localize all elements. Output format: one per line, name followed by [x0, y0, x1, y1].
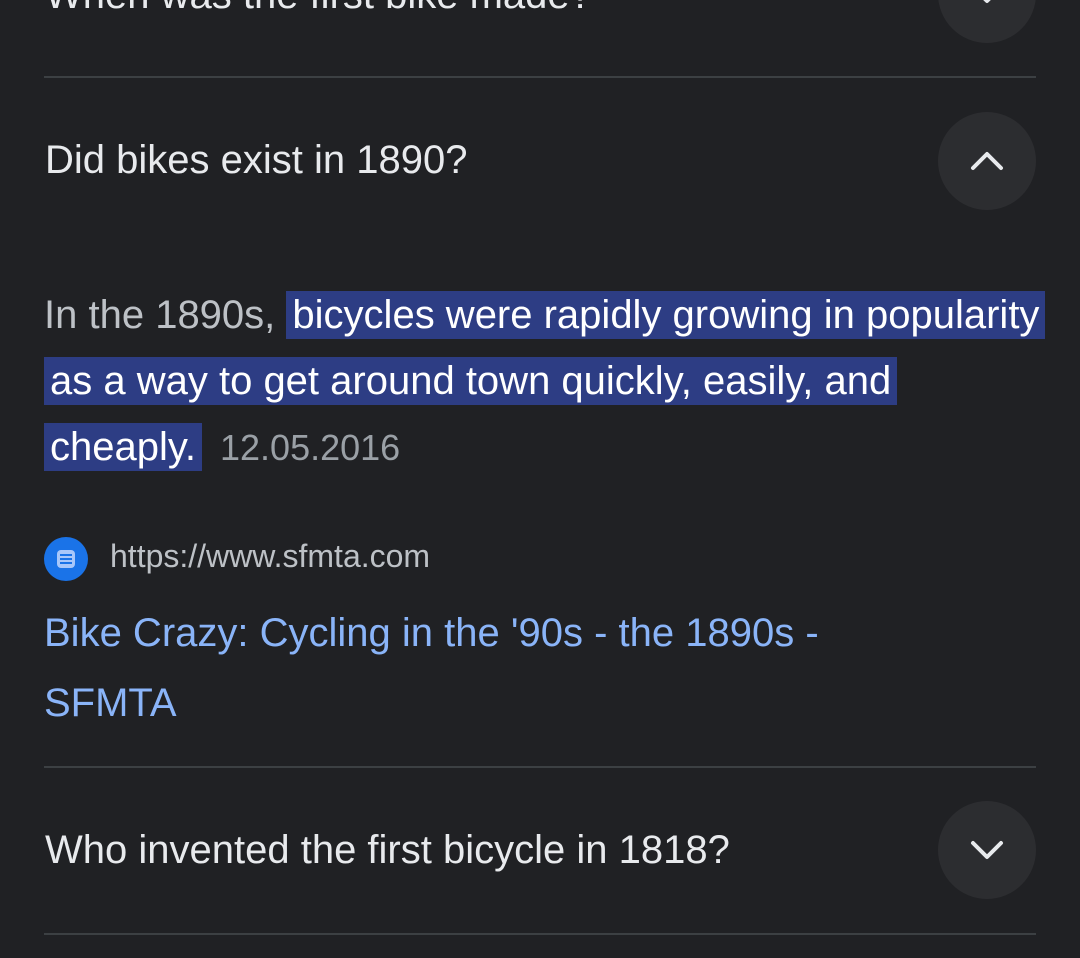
- divider: [44, 933, 1036, 935]
- answer-prefix: In the 1890s,: [44, 293, 276, 337]
- faq-expand-button-invented-1818[interactable]: [938, 801, 1036, 899]
- site-logo-icon: [57, 550, 75, 568]
- faq-collapse-button-bikes-1890[interactable]: [938, 112, 1036, 210]
- faq-question-invented-1818[interactable]: Who invented the first bicycle in 1818?: [45, 828, 730, 873]
- faq-question-bikes-1890[interactable]: Did bikes exist in 1890?: [45, 138, 467, 183]
- chevron-down-icon: [983, 0, 991, 3]
- chevron-up-icon: [971, 152, 1003, 170]
- sfmta-favicon-icon: [44, 537, 88, 581]
- faq-question-first-bike-made[interactable]: When was the first bike made?: [45, 0, 592, 18]
- chevron-down-icon: [971, 841, 1003, 859]
- source-title-link[interactable]: Bike Crazy: Cycling in the '90s - the 18…: [44, 598, 944, 738]
- divider: [44, 76, 1036, 78]
- faq-expand-button-first-bike-made[interactable]: [938, 0, 1036, 43]
- answer-date: 12.05.2016: [220, 427, 401, 468]
- faq-answer: In the 1890s, bicycles were rapidly grow…: [44, 282, 1046, 481]
- source-url[interactable]: https://www.sfmta.com: [110, 538, 430, 575]
- divider: [44, 766, 1036, 768]
